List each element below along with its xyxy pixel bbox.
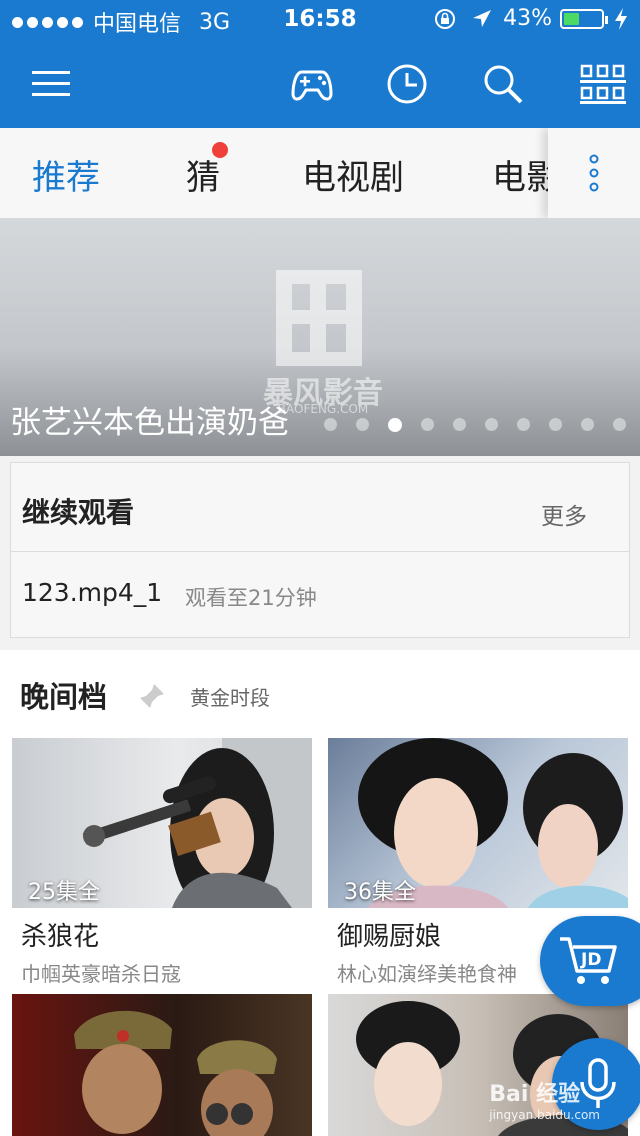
video-description: 林心如演绎美艳食神 [337,962,517,986]
top-toolbar [0,40,640,128]
featured-banner[interactable]: 暴风影音 BAOFENG.COM 张艺兴本色出演奶爸 [0,218,640,456]
location-arrow-icon [473,9,492,27]
video-thumbnail: 25集全 [12,738,312,908]
pin-icon [140,684,164,708]
carousel-dot [485,418,498,431]
history-item[interactable]: 123.mp4_1 观看至21分钟 [11,552,629,638]
jd-cart-button[interactable]: JD [540,916,640,1006]
carousel-dot [453,418,466,431]
carousel-dot [324,418,337,431]
battery-icon [560,8,608,29]
episode-count: 36集全 [344,880,416,905]
status-bar: 中国电信 3G 16:58 43% [0,0,640,40]
section-subtitle: 黄金时段 [190,686,270,710]
shopping-cart-icon: JD [560,937,617,984]
section-title: 晚间档 [20,680,108,714]
history-clock-icon[interactable] [380,58,434,110]
baidu-watermark: Bai 经验 jingyan.baidu.com [489,1076,600,1122]
tab-guess[interactable]: 猜 [186,150,220,199]
carousel-dot [421,418,434,431]
carousel-dot [356,418,369,431]
search-icon[interactable] [476,58,530,110]
tab-recommend[interactable]: 推荐 [32,150,100,199]
video-thumbnail: 36集全 [328,738,628,908]
carousel-indicator [305,418,626,432]
jd-label: JD [580,950,601,970]
watermark-url: jingyan.baidu.com [489,1108,600,1122]
watermark-text: Bai 经验 [489,1082,581,1107]
more-channels-button[interactable] [548,128,640,218]
section-title: 继续观看 [22,496,135,529]
channel-tabs: 推荐 猜 电视剧 电影 [0,128,640,219]
history-file-name: 123.mp4_1 [22,578,163,607]
video-card[interactable] [12,994,312,1136]
carousel-dot [517,418,530,431]
vertical-dots-icon [589,154,599,192]
episode-count: 25集全 [28,880,100,905]
grid-categories-icon[interactable] [576,58,630,110]
continue-watching-panel: 继续观看 更多 123.mp4_1 观看至21分钟 [10,462,630,638]
video-thumbnail [12,994,312,1136]
gamepad-icon[interactable] [285,58,339,110]
tab-tv-series[interactable]: 电视剧 [302,150,404,199]
rotation-lock-icon [435,8,456,29]
charging-bolt-icon [615,7,627,30]
video-description: 巾帼英豪暗杀日寇 [21,962,181,986]
new-badge [212,142,228,158]
video-card[interactable]: 25集全 杀狼花 巾帼英豪暗杀日寇 [12,738,312,986]
more-link[interactable]: 更多 [541,497,587,531]
video-title: 御赐厨娘 [337,922,442,952]
history-progress: 观看至21分钟 [185,586,317,610]
menu-icon[interactable] [25,58,79,110]
carousel-dot [613,418,626,431]
prime-time-header: 晚间档 黄金时段 [0,650,640,736]
banner-caption: 张艺兴本色出演奶爸 [10,405,289,441]
carousel-dot [388,418,402,432]
battery-percent: 43% [503,6,552,31]
carousel-dot [581,418,594,431]
carousel-dot [549,418,562,431]
baofeng-logo: 暴风影音 BAOFENG.COM [238,270,408,416]
video-title: 杀狼花 [21,922,100,952]
